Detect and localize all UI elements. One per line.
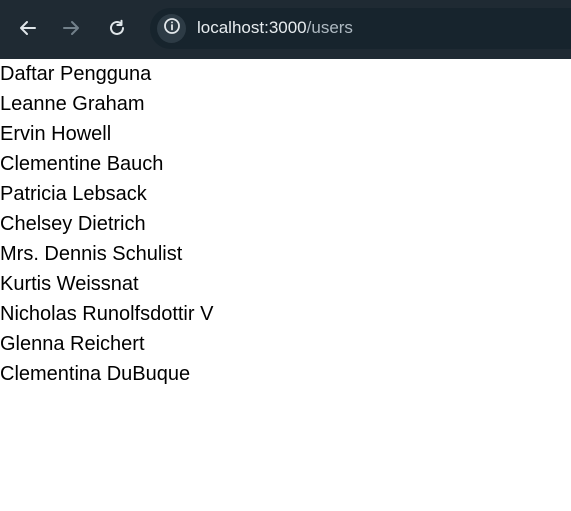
address-bar[interactable]: localhost:3000/users [150,8,571,49]
forward-arrow-icon [61,18,81,38]
forward-button[interactable] [56,13,86,43]
user-list-item: Chelsey Dietrich [0,213,146,235]
site-info-button[interactable] [157,14,186,43]
url-path: /users [306,18,353,37]
back-button[interactable] [13,13,43,43]
user-list-item: Kurtis Weissnat [0,273,139,295]
page-content: Daftar Pengguna Leanne Graham Ervin Howe… [0,59,571,511]
url-text[interactable]: localhost:3000/users [197,18,353,38]
user-list-item: Clementine Bauch [0,153,164,175]
user-list-item: Glenna Reichert [0,333,145,355]
user-list-item: Nicholas Runolfsdottir V [0,303,214,325]
url-host: localhost:3000 [197,18,307,37]
user-list-item: Clementina DuBuque [0,363,191,385]
back-arrow-icon [18,18,38,38]
reload-icon [107,18,127,38]
user-list-item: Ervin Howell [0,123,112,145]
browser-toolbar: localhost:3000/users [0,0,571,59]
page-title: Daftar Pengguna [0,63,152,85]
reload-button[interactable] [102,13,132,43]
user-list: Leanne Graham Ervin Howell Clementine Ba… [0,89,571,389]
user-list-item: Mrs. Dennis Schulist [0,243,183,265]
user-list-item: Patricia Lebsack [0,183,147,205]
user-list-item: Leanne Graham [0,93,145,115]
info-icon [163,17,181,40]
